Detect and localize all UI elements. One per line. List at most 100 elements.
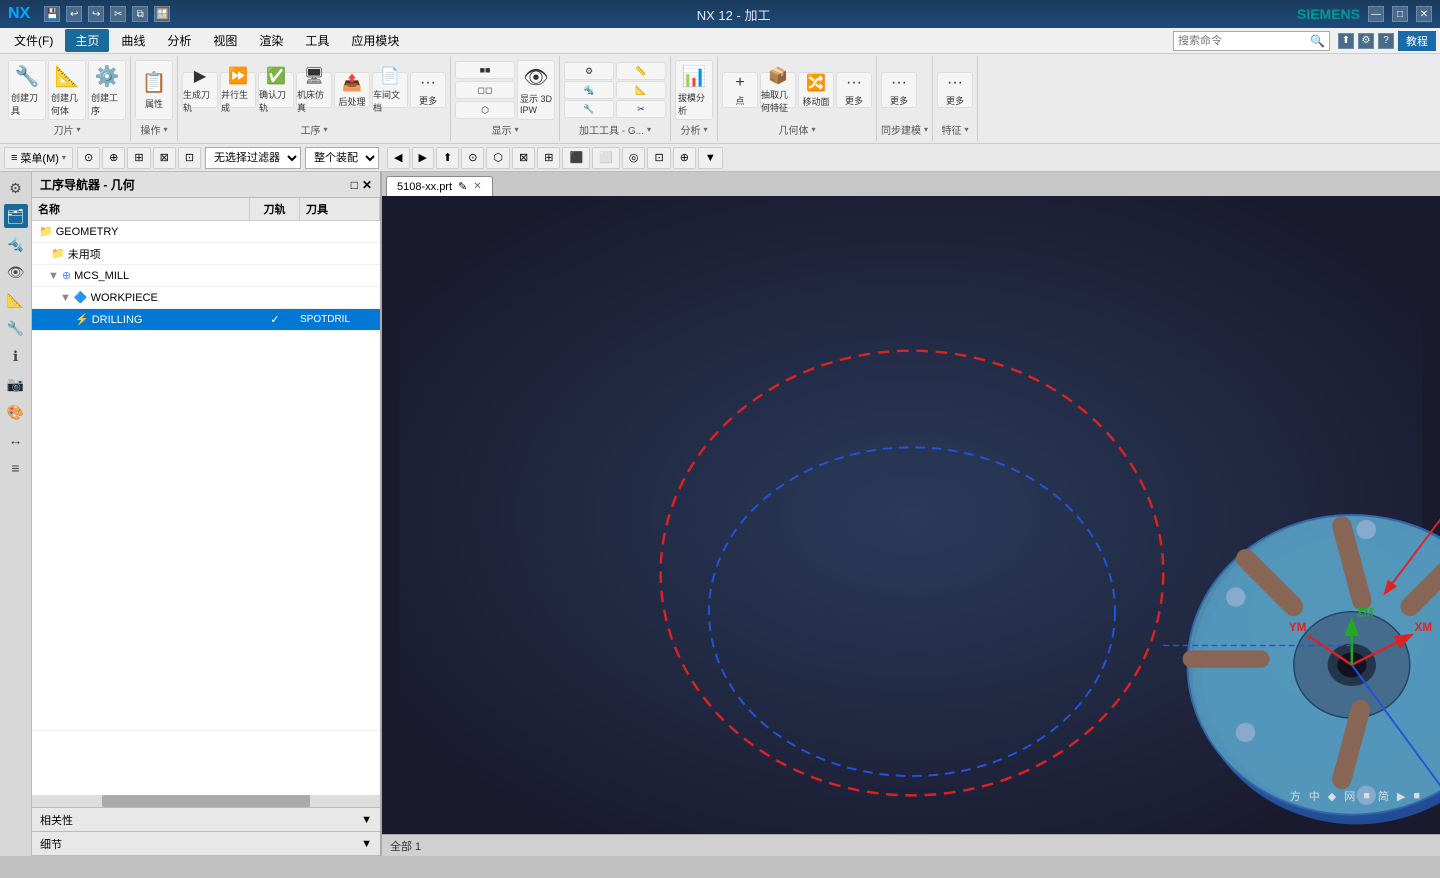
analysis-dropdown-arrow[interactable]: ▾	[703, 125, 707, 134]
display-3dipw-btn[interactable]: 👁 显示 3D IPW	[517, 60, 555, 120]
snap-btn-2[interactable]: ⊕	[102, 147, 125, 169]
sidebar-camera-icon[interactable]: 📷	[4, 372, 28, 396]
snap-btn-5[interactable]: ⊡	[178, 147, 201, 169]
sidebar-nav-icon[interactable]: 🗂	[4, 204, 28, 228]
help-btn[interactable]: ?	[1378, 33, 1394, 49]
nav-close-btn[interactable]: ✕	[362, 178, 372, 192]
shop-doc-btn[interactable]: 📄 车间文档	[372, 72, 408, 108]
sidebar-arrange-icon[interactable]: ≡	[4, 456, 28, 480]
machine-sim-btn[interactable]: 🖥 机床仿真	[296, 72, 332, 108]
window-menu-btn[interactable]: 🪟	[154, 6, 170, 22]
sidebar-parts-icon[interactable]: 🔩	[4, 232, 28, 256]
feature-dropdown-arrow[interactable]: ▾	[965, 125, 969, 134]
nav-btn-4[interactable]: ⊙	[461, 147, 484, 169]
confirm-cut-btn[interactable]: ✅ 确认刀轨	[258, 72, 294, 108]
close-btn[interactable]: ✕	[1416, 6, 1432, 22]
menu-modules[interactable]: 应用模块	[341, 29, 409, 52]
tree-row-unused[interactable]: 📁 未用项	[32, 243, 380, 265]
active-tab[interactable]: 5108-xx.prt ✎ ✕	[386, 176, 493, 196]
nav-btn-11[interactable]: ⊡	[647, 147, 670, 169]
sidebar-color-icon[interactable]: 🎨	[4, 400, 28, 424]
sync-dropdown-arrow[interactable]: ▾	[924, 125, 928, 134]
sync-more-btn[interactable]: ··· 更多	[881, 72, 917, 108]
assembly-select[interactable]: 整个装配 工作部件	[305, 147, 379, 169]
nav-btn-10[interactable]: ◎	[622, 147, 646, 169]
create-knife-btn[interactable]: 🔧 创建刀具	[8, 60, 46, 120]
move-face-btn[interactable]: 🔀 移动面	[798, 72, 834, 108]
nav-btn-7[interactable]: ⊞	[537, 147, 560, 169]
cut-btn[interactable]: ✂	[110, 6, 126, 22]
snap-btn-1[interactable]: ⊙	[77, 147, 100, 169]
tutorial-btn[interactable]: 教程	[1398, 31, 1436, 51]
nav-btn-5[interactable]: ⬡	[486, 147, 510, 169]
menu-render[interactable]: 渲染	[249, 29, 293, 52]
nav-btn-3[interactable]: ⬆	[436, 147, 459, 169]
operation-dropdown-arrow[interactable]: ▾	[163, 125, 167, 134]
create-geometry-btn[interactable]: 📐 创建几何体	[48, 60, 86, 120]
machine-tool-1[interactable]: ⚙	[564, 62, 614, 80]
toolpath-more-btn[interactable]: ··· 更多	[410, 72, 446, 108]
redo-btn[interactable]: ↪	[88, 6, 104, 22]
machine-tool-5[interactable]: 📐	[616, 81, 666, 99]
restore-btn[interactable]: □	[1392, 6, 1408, 22]
sidebar-tool-icon[interactable]: 🔧	[4, 316, 28, 340]
extract-geometry-btn[interactable]: 📦 抽取几何特征	[760, 72, 796, 108]
machine-tool-3[interactable]: 🔧	[564, 100, 614, 118]
filter-select[interactable]: 无选择过滤器 边 面	[205, 147, 301, 169]
menu-curve[interactable]: 曲线	[111, 29, 155, 52]
tab-close-btn[interactable]: ✕	[473, 181, 481, 192]
nav-btn-8[interactable]: ⬛	[562, 147, 590, 169]
menu-view[interactable]: 视图	[203, 29, 247, 52]
display-mode-btn[interactable]: ■■	[455, 61, 515, 79]
sidebar-info-icon[interactable]: ℹ	[4, 344, 28, 368]
sidebar-settings-icon[interactable]: ⚙	[4, 176, 28, 200]
nav-maximize-btn[interactable]: □	[351, 178, 358, 192]
tree-row-mcs-mill[interactable]: ▼ ⊕ MCS_MILL	[32, 265, 380, 287]
nav-section-relevance[interactable]: 相关性 ▼	[32, 808, 380, 832]
menu-home[interactable]: 主页	[65, 29, 109, 52]
display-dropdown-arrow[interactable]: ▾	[514, 125, 518, 134]
post-process-btn[interactable]: 📤 后处理	[334, 72, 370, 108]
viewport[interactable]: XM YM ZM	[382, 196, 1440, 834]
nav-btn-1[interactable]: ◀	[387, 147, 409, 169]
nav-btn-6[interactable]: ⊠	[512, 147, 535, 169]
nav-hscroll[interactable]	[32, 795, 380, 807]
nav-hscroll-thumb[interactable]	[102, 795, 311, 807]
toolpath-dropdown-arrow[interactable]: ▾	[323, 125, 327, 134]
sidebar-transform-icon[interactable]: ↔	[4, 428, 28, 452]
property-btn[interactable]: 📋 属性	[135, 60, 173, 120]
generate-btn[interactable]: ▶ 生成刀轨	[182, 72, 218, 108]
tree-row-geometry[interactable]: 📁 GEOMETRY	[32, 221, 380, 243]
geometry-more-btn[interactable]: ··· 更多	[836, 72, 872, 108]
tree-row-workpiece[interactable]: ▼ 🔷 WORKPIECE	[32, 287, 380, 309]
parallel-gen-btn[interactable]: ⏩ 并行生成	[220, 72, 256, 108]
machine-tools-dropdown-arrow[interactable]: ▾	[647, 125, 651, 134]
point-btn[interactable]: + 点	[722, 72, 758, 108]
knife-dropdown-arrow[interactable]: ▾	[76, 125, 80, 134]
nav-section-detail[interactable]: 细节 ▼	[32, 832, 380, 856]
sidebar-geometry-icon[interactable]: 📐	[4, 288, 28, 312]
nav-btn-12[interactable]: ⊕	[673, 147, 696, 169]
display-view-btn[interactable]: ⬡	[455, 101, 515, 119]
machine-tool-6[interactable]: ✂	[616, 100, 666, 118]
menu-m-btn[interactable]: ≡ 菜单(M) ▾	[4, 147, 73, 169]
geometry-dropdown-arrow[interactable]: ▾	[811, 125, 815, 134]
nav-btn-13[interactable]: ▼	[698, 147, 723, 169]
menu-tools[interactable]: 工具	[295, 29, 339, 52]
save-quick-btn[interactable]: 💾	[44, 6, 60, 22]
draft-analysis-btn[interactable]: 📊 拔模分析	[675, 60, 713, 120]
menu-file[interactable]: 文件(F)	[4, 29, 63, 52]
machine-tool-2[interactable]: 🔩	[564, 81, 614, 99]
minimize-btn[interactable]: —	[1368, 6, 1384, 22]
nav-btn-9[interactable]: ⬜	[592, 147, 620, 169]
sidebar-view-icon[interactable]: 👁	[4, 260, 28, 284]
settings-btn[interactable]: ⚙	[1358, 33, 1374, 49]
menu-analysis[interactable]: 分析	[157, 29, 201, 52]
nav-btn-2[interactable]: ▶	[412, 147, 434, 169]
display-wire-btn[interactable]: ◻◻	[455, 81, 515, 99]
feature-more-btn[interactable]: ··· 更多	[937, 72, 973, 108]
snap-btn-3[interactable]: ⊞	[127, 147, 150, 169]
help-dropdown-btn[interactable]: ⬆	[1338, 33, 1354, 49]
search-input[interactable]	[1178, 35, 1308, 47]
snap-btn-4[interactable]: ⊠	[153, 147, 176, 169]
